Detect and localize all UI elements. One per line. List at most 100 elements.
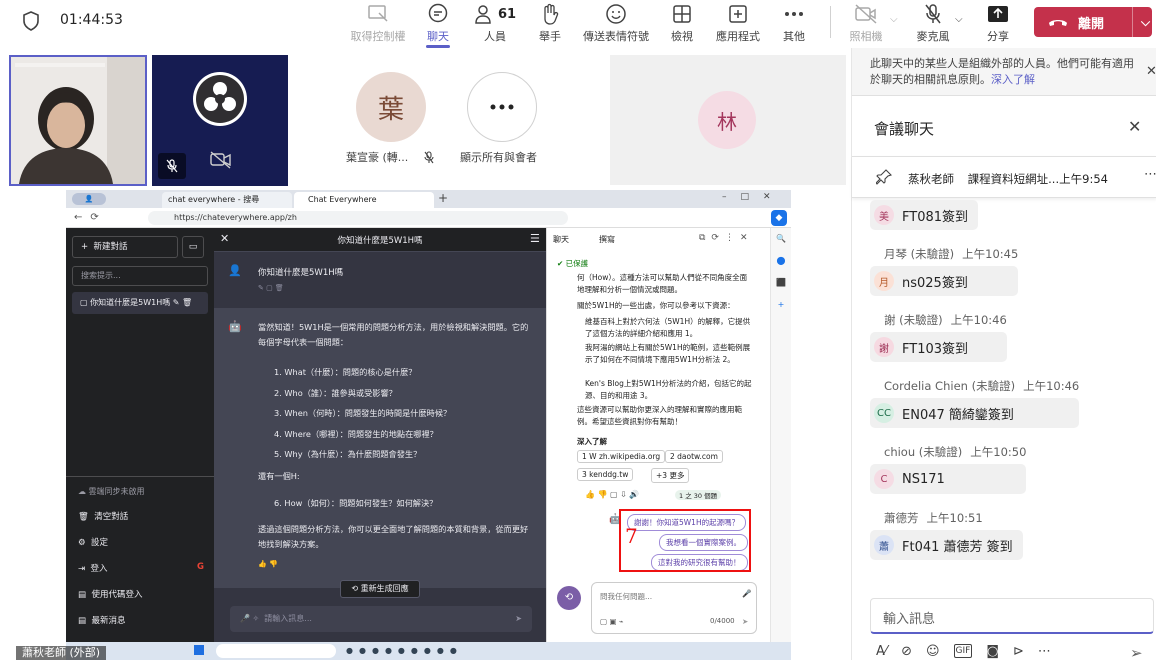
copilot-tab-compose[interactable]: 撰寫 [599,234,615,245]
compose-toolbar: A⁄ ⊘ ☺ GIF ◙ ⊳ ⋯ [876,644,1051,659]
loop-icon[interactable]: ⊳ [1013,644,1024,659]
login-button[interactable]: ⇥ 登入 G [78,562,204,574]
presenter-video-tile[interactable] [9,55,147,186]
protected-badge: ✔ 已保護 [557,259,589,268]
message-bubble: 謝 FT103簽到 [870,332,1007,362]
copilot-input[interactable]: 問我任何問題... 🎤 ▢ ▣ ⌁ 0/4000 ➤ [591,582,757,634]
nav-arrows-icon[interactable]: ←⟳ [74,212,107,223]
raise-hand-button[interactable]: 舉手 [532,0,568,44]
show-all-participants-button[interactable]: 顯示所有與會者 [455,55,555,185]
pinned-message[interactable]: 蒸秋老師 課程資料短網址...上午9:54 ⋯ [852,156,1156,198]
mic-icon[interactable]: 🎤 [742,589,751,598]
message-input[interactable]: 輸入訊息 [870,598,1154,634]
sticker-icon[interactable]: ◙ [986,644,999,659]
browser-tab[interactable]: chat everywhere - 搜尋 [162,192,292,208]
send-icon[interactable]: ➤ [515,606,522,632]
profile-icon[interactable]: 👤 [72,193,106,205]
participant-tile-lin[interactable]: 林 [610,55,846,185]
copilot-tab-chat[interactable]: 聊天 [553,234,569,245]
settings-button[interactable]: ⚙ 設定 [78,536,108,548]
take-control-icon [367,3,389,25]
window-controls[interactable]: –□✕ [722,192,785,202]
message-time: 上午10:45 [962,247,1019,261]
gif-icon[interactable]: GIF [953,644,973,658]
code-login-button[interactable]: ▤ 使用代碼登入 [78,588,142,600]
chat-message[interactable]: 謝 (未驗證) 上午10:46 謝 FT103簽到 [870,312,1007,362]
format-icon[interactable]: A⁄ [876,644,887,659]
taskbar-app-icons[interactable]: ●●●●●●●●● [346,646,463,655]
search-input[interactable]: 搜索提示... [72,266,208,286]
learn-more-link[interactable]: 深入了解 [991,73,1035,86]
regenerate-button[interactable]: ⟲ 重新生成回應 [340,580,420,598]
send-icon[interactable]: ➤ [742,617,748,626]
attach-icons[interactable]: ▢ ▣ ⌁ [600,617,623,626]
taskbar-search[interactable] [216,644,336,658]
chat-panel-title: 會議聊天 [874,120,935,138]
chat-message[interactable]: Cordelia Chien (未驗證) 上午10:46 CC EN047 簡綺鑾簽到 [870,378,1080,428]
close-chat-icon[interactable]: ✕ [1128,117,1141,136]
folder-icon[interactable]: ▭ [182,236,204,258]
people-button[interactable]: 61 人員 [468,0,522,44]
chat-message[interactable]: chiou (未驗證) 上午10:50 C NS171 [870,444,1027,494]
avatar: 蕭 [874,535,894,555]
apps-button[interactable]: 應用程式 [714,0,762,44]
handwritten-annotation: 7 [625,524,638,548]
send-icon[interactable]: ➢ [1130,644,1143,662]
new-chat-button[interactable]: + 新建對話 [72,236,178,258]
chat-message[interactable]: 美 FT081簽到 [870,200,979,230]
presenter-video-image [11,57,145,184]
chat-message[interactable]: 月琴 (未驗證) 上午10:45 月 ns025簽到 [870,246,1019,296]
more-icon [784,3,804,25]
edge-side-rail[interactable]: 🔍 ⬤ ⬛ + [770,228,791,642]
copilot-icon[interactable]: ◆ [771,210,787,226]
source-link[interactable]: 2 daotw.com [665,450,723,463]
message-text: FT103簽到 [902,341,969,357]
reactions-button[interactable]: 傳送表情符號 [580,0,652,44]
leave-options-chevron-icon[interactable]: ⌵ [1141,15,1150,30]
edit-icons[interactable]: ✎ ▢ 🗑 [258,284,284,292]
more-button[interactable]: 其他 [778,0,810,44]
pinned-more-icon[interactable]: ⋯ [1144,167,1156,182]
source-link[interactable]: 3 kenddg.tw [577,468,634,481]
share-button[interactable]: 分享 [982,0,1014,44]
message-author: Cordelia Chien (未驗證) [884,379,1016,393]
response-actions-icons[interactable]: 👍 👎 ▢ ⇩ 🔊 [585,490,639,499]
browser-tab-active[interactable]: Chat Everywhere [294,192,434,208]
user-message: 👤 你知道什麼是5W1H嗎 ✎ ▢ 🗑 [214,252,546,308]
leave-button[interactable]: 離開 ⌵ [1034,7,1152,37]
chat-button[interactable]: 聊天 [420,0,456,48]
mic-chevron-icon[interactable]: ⌵ [955,14,963,25]
attach-icon[interactable]: ⊘ [901,644,912,659]
mic-button[interactable]: 麥克風 [912,0,954,44]
start-icon[interactable] [194,645,204,655]
turn-counter: 1 之 30 個題 [675,490,722,500]
participant-tile-ye[interactable]: 葉 葉宣豪 (轉... [340,55,450,185]
copilot-controls[interactable]: ⧉⟳⋮✕ [699,233,754,243]
more-options-icon[interactable]: ⋯ [1038,644,1051,659]
more-sources-link[interactable]: +3 更多 [651,468,690,483]
url-field[interactable]: https://chateverywhere.app/zh [148,211,568,225]
message-text: NS171 [902,471,945,487]
feedback-icons[interactable]: 👍 👎 [258,560,278,568]
copilot-new-topic-icon[interactable]: ⟲ [557,586,581,610]
shield-icon [22,11,40,31]
camera-button[interactable]: 照相機 [846,0,886,44]
camera-chevron-icon[interactable]: ⌵ [890,14,898,25]
message-bubble: CC EN047 簡綺鑾簽到 [870,398,1080,428]
obs-video-tile[interactable] [152,55,288,186]
source-link[interactable]: 1 W zh.wikipedia.org [577,450,666,463]
chat-input[interactable]: 🎤 ✧ 請輸入訊息... ➤ [230,606,532,632]
new-tab-icon[interactable]: + [438,191,448,205]
emoji-icon[interactable]: ☺ [926,644,940,659]
news-button[interactable]: ▤ 最新消息 [78,614,125,626]
dismiss-notice-icon[interactable]: ✕ [1146,64,1156,79]
chat-header: ✕ 你知道什麼是5W1H嗎 ☰ [214,228,546,252]
menu-icon[interactable]: ☰ [530,232,540,245]
conversation-item[interactable]: ▢ 你知道什麼是5W1H嗎 ✎ 🗑 [72,292,208,314]
clear-chats-button[interactable]: 🗑 清空對話 [78,510,128,522]
video-off-icon [210,151,232,169]
take-control-button[interactable]: 取得控制權 [344,0,412,44]
view-button[interactable]: 檢視 [666,0,698,44]
message-bubble: 月 ns025簽到 [870,266,1019,296]
chat-message[interactable]: 蕭德芳 上午10:51 蕭 Ft041 蕭德芳 簽到 [870,510,1023,560]
